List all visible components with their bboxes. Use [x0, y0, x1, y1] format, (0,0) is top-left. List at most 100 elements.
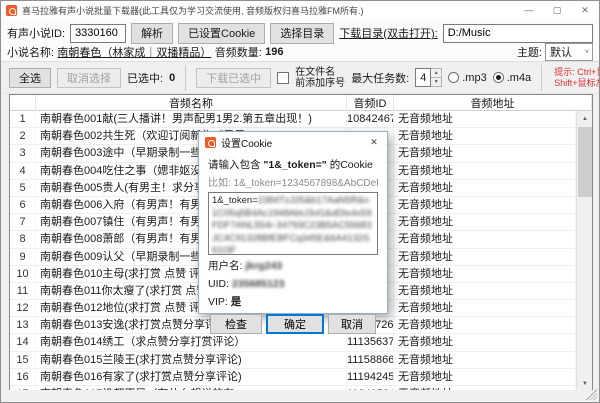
novel-name-label: 小说名称:	[7, 44, 54, 60]
selected-label: 已选中:	[127, 70, 163, 86]
novel-name-link[interactable]: 南朝春色（林家成｜双播精品）	[57, 44, 211, 60]
table-cell-id: 11135637	[347, 334, 394, 350]
format-mp3-radio[interactable]: .mp3	[448, 72, 486, 84]
table-cell-url: 无音频地址	[394, 334, 576, 350]
prefix-checkbox-label: 在文件名 前添加序号	[295, 67, 345, 89]
header-audio-id[interactable]: 音频ID	[347, 95, 394, 111]
scrollbar-thumb[interactable]	[578, 127, 592, 197]
table-cell-id: 11194245	[347, 369, 394, 385]
max-tasks-label: 最大任务数:	[351, 70, 409, 86]
table-cell-id: 11158866	[347, 352, 394, 368]
resize-grip[interactable]	[586, 389, 597, 400]
cookie-button[interactable]: 已设置Cookie	[178, 23, 265, 44]
app-logo-icon	[205, 137, 216, 148]
vip-row: VIP: 是	[208, 295, 378, 309]
table-cell-num: 8	[10, 231, 36, 247]
table-cell-num: 4	[10, 163, 36, 179]
theme-value: 默认	[550, 44, 572, 60]
header-audio-name[interactable]: 音频名称	[36, 95, 347, 111]
close-button[interactable]: ✕	[571, 1, 599, 19]
max-tasks-stepper[interactable]: 4 ▲ ▼	[415, 68, 442, 87]
deselect-button[interactable]: 取消选择	[57, 68, 121, 88]
redacted-uid: 235685123	[232, 278, 285, 290]
header-index	[10, 95, 36, 111]
uid-row: UID: 235685123	[208, 277, 378, 291]
table-cell-num: 1	[10, 111, 36, 127]
form-area: 有声小说ID: 解析 已设置Cookie 选择目录 下载目录(双击打开): 小说…	[1, 19, 599, 61]
table-cell-url: 无音频地址	[394, 283, 576, 299]
table-row[interactable]: 1南朝春色001献(三人播讲！男声配男1男2.第五章出现！)10842467无音…	[10, 111, 576, 128]
cookie-dialog: 设置Cookie ✕ 请输入包含 "1&_token=" 的Cookie 比如:…	[198, 131, 388, 314]
table-cell-url: 无音频地址	[394, 180, 576, 196]
dialog-example: 比如: 1&_token=1234567898&AbCDeF ...	[208, 174, 378, 189]
selected-count: 0	[169, 72, 175, 84]
prefix-checkbox[interactable]	[277, 72, 289, 84]
scroll-up-icon[interactable]: ▲	[577, 111, 593, 126]
check-button[interactable]: 检查	[210, 314, 262, 334]
vertical-scrollbar[interactable]: ▲ ▼	[576, 111, 592, 391]
table-row[interactable]: 15南朝春色015兰陵王(求打赏点赞分享评论)11158866无音频地址	[10, 352, 576, 369]
table-cell-num: 10	[10, 266, 36, 282]
audio-count-value: 196	[265, 46, 283, 58]
toolbar-divider	[541, 65, 542, 91]
table-row[interactable]: 16南朝春色016有家了(求打赏点赞分享评论)11194245无音频地址	[10, 369, 576, 386]
parse-button[interactable]: 解析	[131, 23, 173, 44]
username-row: 用户名: jkrg243	[208, 259, 378, 273]
audio-count-label: 音频数量:	[215, 44, 262, 60]
spinner-up-icon[interactable]: ▲	[431, 68, 442, 78]
dialog-title: 设置Cookie	[221, 135, 272, 150]
status-strip	[1, 390, 599, 402]
header-audio-url[interactable]: 音频地址	[394, 95, 592, 111]
table-cell-name: 南朝春色014绣工（求点赞分享打赏评论）	[36, 334, 347, 350]
table-cell-url: 无音频地址	[394, 214, 576, 230]
table-cell-num: 16	[10, 369, 36, 385]
table-cell-url: 无音频地址	[394, 231, 576, 247]
table-cell-id: 10842467	[347, 111, 394, 127]
table-row[interactable]: 14南朝春色014绣工（求点赞分享打赏评论）11135637无音频地址	[10, 334, 576, 351]
token-textarea[interactable]: 1&_token=2384TzJ25&b17AaN5R&n1C05q5B4Ac1…	[208, 192, 378, 255]
dialog-instruction: 请输入包含 "1&_token=" 的Cookie	[208, 157, 378, 172]
download-dir-input[interactable]	[443, 24, 593, 43]
table-cell-num: 2	[10, 128, 36, 144]
table-cell-num: 12	[10, 300, 36, 316]
minimize-button[interactable]: —	[515, 1, 543, 19]
format-m4a-radio[interactable]: .m4a	[493, 72, 531, 84]
table-cell-num: 6	[10, 197, 36, 213]
title-bar: 喜马拉雅有声小说批量下载器(此工具仅为学习交流使用, 音频版权归喜马拉雅FM所有…	[1, 1, 599, 19]
table-cell-url: 无音频地址	[394, 369, 576, 385]
table-cell-url: 无音频地址	[394, 197, 576, 213]
table-cell-num: 15	[10, 352, 36, 368]
select-all-button[interactable]: 全选	[9, 68, 51, 88]
window-title: 喜马拉雅有声小说批量下载器(此工具仅为学习交流使用, 音频版权归喜马拉雅FM所有…	[22, 4, 364, 17]
cancel-button[interactable]: 取消	[328, 314, 376, 334]
table-header: 音频名称 音频ID 音频地址	[10, 95, 592, 111]
toolbar: 全选 取消选择 已选中: 0 下载已选中 在文件名 前添加序号 最大任务数: 4…	[1, 61, 599, 94]
table-cell-name: 南朝春色015兰陵王(求打赏点赞分享评论)	[36, 352, 347, 368]
app-logo-icon	[6, 5, 17, 16]
ok-button[interactable]: 确定	[266, 314, 324, 334]
download-selected-button[interactable]: 下载已选中	[196, 68, 271, 88]
table-cell-name: 南朝春色016有家了(求打赏点赞分享评论)	[36, 369, 347, 385]
table-cell-url: 无音频地址	[394, 352, 576, 368]
app-window: 喜马拉雅有声小说批量下载器(此工具仅为学习交流使用, 音频版权归喜马拉雅FM所有…	[0, 0, 600, 403]
theme-label: 主题:	[517, 44, 542, 60]
novel-id-input[interactable]	[70, 24, 126, 43]
novel-id-label: 有声小说ID:	[7, 25, 65, 41]
download-dir-label[interactable]: 下载目录(双击打开):	[339, 25, 437, 41]
toolbar-divider	[185, 65, 186, 91]
redacted-username: jkrg243	[245, 260, 282, 272]
table-cell-url: 无音频地址	[394, 317, 576, 333]
theme-dropdown[interactable]: 默认 ˅	[545, 43, 593, 61]
maximize-button[interactable]: ▢	[543, 1, 571, 19]
spinner-down-icon[interactable]: ▼	[431, 78, 442, 87]
table-cell-url: 无音频地址	[394, 163, 576, 179]
table-cell-num: 9	[10, 249, 36, 265]
table-cell-num: 7	[10, 214, 36, 230]
dialog-close-button[interactable]: ✕	[361, 132, 387, 152]
table-cell-num: 5	[10, 180, 36, 196]
choose-dir-button[interactable]: 选择目录	[270, 23, 334, 44]
multi-select-hint: 提示: Ctrl+鼠标左键多选. Shift+鼠标左键或长按鼠标左键滑动可范围多…	[554, 67, 600, 89]
table-cell-url: 无音频地址	[394, 128, 576, 144]
table-cell-name: 南朝春色001献(三人播讲！男声配男1男2.第五章出现！)	[36, 111, 347, 127]
table-cell-num: 14	[10, 334, 36, 350]
